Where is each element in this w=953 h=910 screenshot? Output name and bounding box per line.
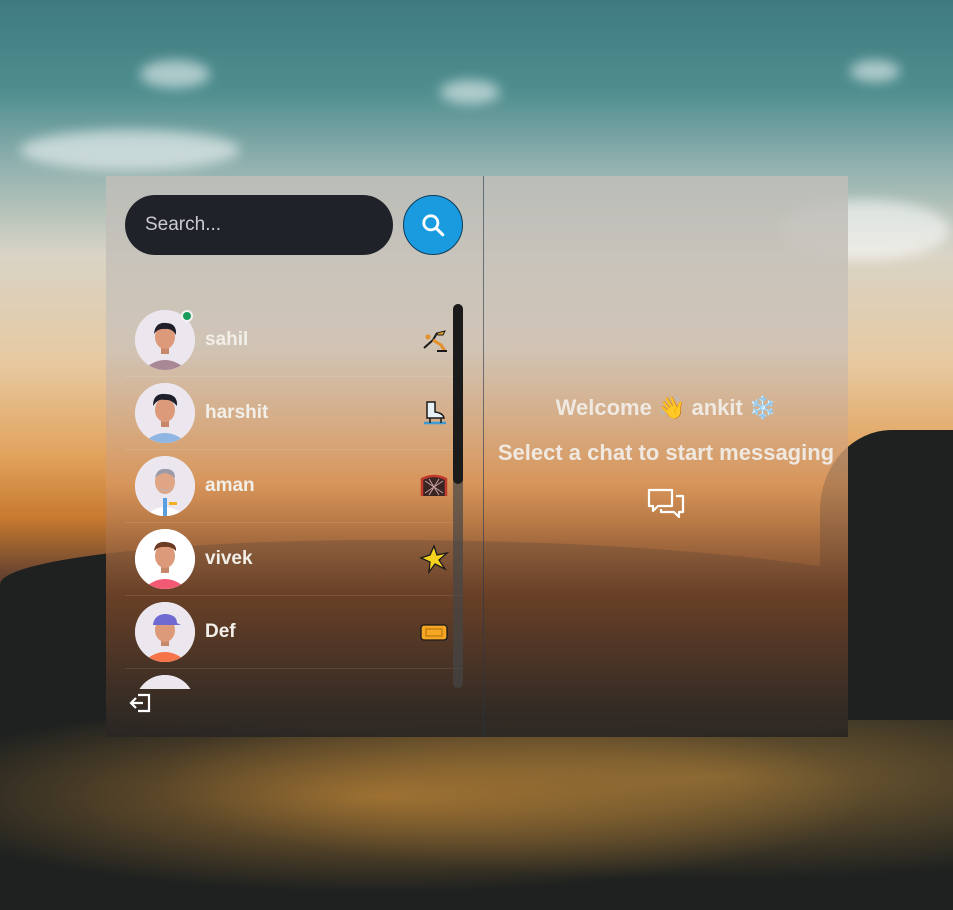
scrollbar-thumb[interactable] (453, 304, 463, 484)
contact-name: aman (205, 475, 255, 496)
search-input[interactable] (125, 195, 393, 255)
waving-hand-icon: 👋 (657, 395, 686, 420)
contact-item-harshit[interactable]: harshit (125, 377, 463, 450)
username: ankit (691, 395, 743, 420)
avatar (135, 383, 195, 443)
cloud (440, 80, 500, 104)
cloud (20, 130, 240, 170)
contact-item-partial[interactable] (125, 669, 463, 689)
empty-state-message: Select a chat to start messaging (497, 440, 835, 465)
snowflake-icon: ❄️ (748, 395, 777, 420)
cloud (850, 60, 900, 82)
contact-name: vivek (205, 548, 253, 569)
logout-icon (129, 693, 151, 713)
search-button[interactable] (403, 195, 463, 255)
search-bar (125, 195, 463, 255)
chat-app-panel: sahil (106, 176, 848, 737)
contact-item-sahil[interactable]: sahil (125, 304, 463, 377)
ticket-icon (419, 617, 449, 647)
contact-list: sahil harshit aman vivek Def (125, 304, 463, 689)
avatar (135, 456, 195, 516)
ice-skate-icon (419, 398, 449, 428)
contact-item-def[interactable]: Def (125, 596, 463, 669)
goal-net-icon (419, 471, 449, 501)
online-indicator (181, 310, 193, 322)
contact-name: sahil (205, 329, 249, 350)
welcome-message: Welcome 👋 ankit ❄️ (484, 395, 848, 421)
cloud (140, 60, 210, 88)
person-ice-skating-icon (419, 325, 449, 355)
contact-item-vivek[interactable]: vivek (125, 523, 463, 596)
chat-bubbles-icon (647, 488, 685, 519)
sparkle-star-icon (419, 544, 449, 574)
avatar (135, 529, 195, 589)
welcome-text: Welcome (555, 395, 652, 420)
avatar (135, 310, 195, 370)
logout-button[interactable] (128, 690, 154, 716)
contact-item-aman[interactable]: aman (125, 450, 463, 523)
chat-area: Welcome 👋 ankit ❄️ Select a chat to star… (484, 176, 848, 737)
contact-name: Def (205, 621, 236, 642)
sidebar: sahil (106, 176, 483, 737)
glowing-lights (0, 720, 953, 910)
contact-name: harshit (205, 402, 269, 423)
contact-list-scrollbar[interactable] (453, 304, 463, 688)
search-icon (422, 214, 445, 237)
avatar (135, 675, 195, 689)
avatar (135, 602, 195, 662)
